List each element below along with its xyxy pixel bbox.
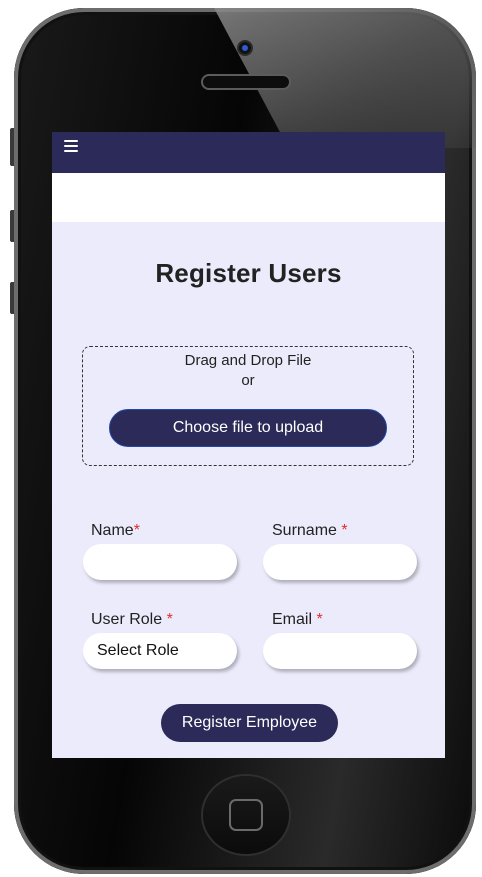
name-label-text: Name: [91, 522, 134, 539]
name-label: Name*: [91, 522, 140, 540]
user-role-label-text: User Role: [91, 611, 167, 628]
earpiece-speaker: [203, 76, 289, 88]
required-marker: *: [316, 611, 323, 628]
device-frame-stage: Register Users Drag and Drop File or Cho…: [0, 0, 482, 877]
home-square-icon: [229, 799, 263, 831]
header-spacer: [52, 173, 445, 222]
surname-input[interactable]: [263, 544, 417, 580]
required-marker: *: [166, 611, 173, 628]
email-label: Email *: [272, 611, 323, 629]
user-role-select[interactable]: Select Role: [83, 633, 237, 669]
app-screen: Register Users Drag and Drop File or Cho…: [52, 132, 445, 758]
surname-label-text: Surname: [272, 522, 342, 539]
email-label-text: Email: [272, 611, 317, 628]
email-input[interactable]: [263, 633, 417, 669]
home-button[interactable]: [203, 776, 289, 854]
user-role-selected-value: Select Role: [97, 642, 179, 659]
page-title: Register Users: [155, 258, 342, 288]
hamburger-line: [64, 140, 78, 142]
required-marker: *: [341, 522, 348, 539]
required-marker: *: [133, 522, 140, 539]
or-text: or: [241, 372, 255, 389]
drag-drop-text: Drag and Drop File: [184, 352, 312, 369]
user-role-label: User Role *: [91, 611, 173, 629]
hamburger-line: [64, 150, 78, 152]
front-camera-icon: [239, 42, 251, 54]
hamburger-line: [64, 145, 78, 147]
hamburger-menu-icon[interactable]: [64, 140, 78, 152]
top-navigation-bar: [52, 132, 445, 173]
name-input[interactable]: [83, 544, 237, 580]
file-dropzone[interactable]: Drag and Drop File or Choose file to upl…: [82, 346, 414, 466]
register-employee-button[interactable]: Register Employee: [161, 704, 338, 742]
surname-label: Surname *: [272, 522, 348, 540]
choose-file-button[interactable]: Choose file to upload: [109, 409, 387, 447]
